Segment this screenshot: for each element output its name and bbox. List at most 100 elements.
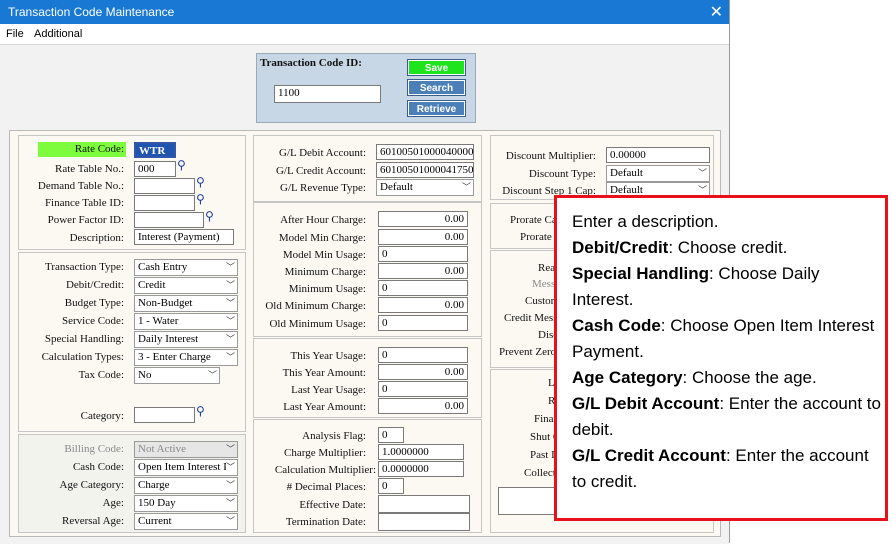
window-title: Transaction Code Maintenance — [8, 5, 175, 19]
this-year-usage-label: This Year Usage: — [290, 350, 366, 362]
calculation-multiplier-label: Calculation Multiplier: — [274, 464, 376, 476]
termination-date-input[interactable] — [378, 513, 470, 531]
calculation-types-value: 3 - Enter Charge — [138, 351, 211, 363]
rate-table-lookup-icon[interactable]: ⚲ — [177, 158, 186, 172]
termination-date-label: Termination Date: — [285, 516, 366, 528]
chevron-down-icon: ﹀ — [225, 481, 235, 491]
old-minimum-usage-input[interactable]: 0 — [378, 315, 468, 331]
chevron-down-icon: ﹀ — [225, 445, 235, 455]
category-lookup-icon[interactable]: ⚲ — [196, 404, 205, 418]
callout-bold: Special Handling — [572, 264, 709, 283]
callout-line-6: G/L Debit Account: Enter the account to … — [572, 391, 882, 443]
discount-multiplier-input[interactable]: 0.00000 — [606, 147, 710, 163]
save-button[interactable]: Save — [407, 59, 466, 76]
gl-debit-account-label: G/L Debit Account: — [279, 147, 366, 159]
minimum-charge-input[interactable]: 0.00 — [378, 263, 468, 279]
description-input[interactable]: Interest (Payment) — [134, 229, 234, 245]
rate-code-input[interactable]: WTR — [134, 142, 176, 158]
title-bar: Transaction Code Maintenance ✕ — [0, 0, 729, 24]
transaction-type-select[interactable]: Cash Entry ﹀ — [134, 259, 238, 276]
callout-text: : Choose the age. — [682, 368, 817, 387]
finance-table-id-label: Finance Table ID: — [44, 197, 124, 209]
discount-type-label: Discount Type: — [528, 168, 596, 180]
finance-table-lookup-icon[interactable]: ⚲ — [196, 192, 205, 206]
debit-credit-value: Credit — [138, 279, 166, 291]
chevron-down-icon: ﹀ — [225, 299, 235, 309]
budget-type-select[interactable]: Non-Budget ﹀ — [134, 295, 238, 312]
reversal-age-value: Current — [138, 515, 172, 527]
close-icon[interactable]: ✕ — [710, 2, 723, 22]
gl-debit-account-input[interactable]: 601005010000400000 — [376, 144, 474, 160]
transaction-type-value: Cash Entry — [138, 261, 188, 273]
analysis-flag-label: Analysis Flag: — [302, 430, 366, 442]
power-factor-id-input[interactable] — [134, 212, 204, 228]
age-select[interactable]: 150 Day ﹀ — [134, 495, 238, 512]
age-category-label: Age Category: — [59, 479, 124, 491]
debit-credit-label: Debit/Credit: — [65, 279, 124, 291]
power-factor-id-label: Power Factor ID: — [47, 214, 124, 226]
last-year-amount-input[interactable]: 0.00 — [378, 398, 468, 414]
transaction-id-label: Transaction Code ID: — [260, 57, 362, 69]
old-minimum-charge-input[interactable]: 0.00 — [378, 297, 468, 313]
gl-credit-account-input[interactable]: 601005010000417500 — [376, 162, 474, 178]
effective-date-input[interactable] — [378, 495, 470, 513]
decimal-places-input[interactable]: 0 — [378, 478, 404, 494]
chevron-down-icon: ﹀ — [207, 371, 217, 381]
description-label: Description: — [69, 232, 124, 244]
minimum-usage-label: Minimum Usage: — [288, 283, 366, 295]
model-min-charge-input[interactable]: 0.00 — [378, 229, 468, 245]
billing-code-value: Not Active — [138, 443, 186, 455]
finance-table-id-input[interactable] — [134, 195, 195, 211]
discount-type-value: Default — [610, 167, 643, 179]
chevron-down-icon: ﹀ — [225, 353, 235, 363]
rate-table-no-input[interactable]: 000 — [134, 161, 176, 177]
minimum-charge-label: Minimum Charge: — [284, 266, 366, 278]
callout-bold: Debit/Credit — [572, 238, 669, 257]
charge-multiplier-input[interactable]: 1.0000000 — [378, 444, 464, 460]
after-hour-charge-input[interactable]: 0.00 — [378, 211, 468, 227]
this-year-usage-input[interactable]: 0 — [378, 347, 468, 363]
rate-table-no-label: Rate Table No.: — [55, 163, 124, 175]
menu-additional[interactable]: Additional — [34, 28, 82, 40]
age-category-select[interactable]: Charge ﹀ — [134, 477, 238, 494]
special-handling-select[interactable]: Daily Interest ﹀ — [134, 331, 238, 348]
service-code-select[interactable]: 1 - Water ﹀ — [134, 313, 238, 330]
search-button[interactable]: Search — [407, 79, 466, 96]
calculation-multiplier-input[interactable]: 0.0000000 — [378, 461, 464, 477]
calculation-types-select[interactable]: 3 - Enter Charge ﹀ — [134, 349, 238, 366]
menu-file[interactable]: File — [6, 28, 24, 40]
analysis-flag-input[interactable]: 0 — [378, 427, 404, 443]
demand-table-no-input[interactable] — [134, 178, 195, 194]
demand-table-lookup-icon[interactable]: ⚲ — [196, 175, 205, 189]
debit-credit-select[interactable]: Credit ﹀ — [134, 277, 238, 294]
cash-code-select[interactable]: Open Item Interest P ﹀ — [134, 459, 238, 476]
callout-line-1: Enter a description. — [572, 209, 882, 235]
chevron-down-icon: ﹀ — [225, 517, 235, 527]
power-factor-lookup-icon[interactable]: ⚲ — [205, 209, 214, 223]
model-min-usage-input[interactable]: 0 — [378, 246, 468, 262]
transaction-type-label: Transaction Type: — [45, 261, 124, 273]
customer-label: Custon — [525, 295, 557, 307]
prevent-zero-label: Prevent Zero — [499, 346, 557, 358]
tax-code-select[interactable]: No ﹀ — [134, 367, 220, 384]
reversal-age-select[interactable]: Current ﹀ — [134, 513, 238, 530]
cash-code-label: Cash Code: — [72, 461, 124, 473]
callout-line-2: Debit/Credit: Choose credit. — [572, 235, 882, 261]
calculation-types-label: Calculation Types: — [41, 351, 124, 363]
chevron-down-icon: ﹀ — [225, 317, 235, 327]
retrieve-button[interactable]: Retrieve — [407, 100, 466, 117]
callout-bold: G/L Debit Account — [572, 394, 720, 413]
message-label: Mess — [532, 278, 556, 290]
age-category-value: Charge — [138, 479, 170, 491]
minimum-usage-input[interactable]: 0 — [378, 280, 468, 296]
transaction-id-input[interactable]: 1100 — [274, 85, 381, 103]
gl-revenue-type-value: Default — [380, 181, 413, 193]
gl-revenue-type-select[interactable]: Default ﹀ — [376, 179, 474, 196]
chevron-down-icon: ﹀ — [225, 263, 235, 273]
discount-type-select[interactable]: Default ﹀ — [606, 165, 710, 182]
last-year-usage-input[interactable]: 0 — [378, 381, 468, 397]
chevron-down-icon: ﹀ — [225, 499, 235, 509]
category-input[interactable] — [134, 407, 195, 423]
this-year-amount-input[interactable]: 0.00 — [378, 364, 468, 380]
charge-multiplier-label: Charge Multiplier: — [284, 447, 366, 459]
